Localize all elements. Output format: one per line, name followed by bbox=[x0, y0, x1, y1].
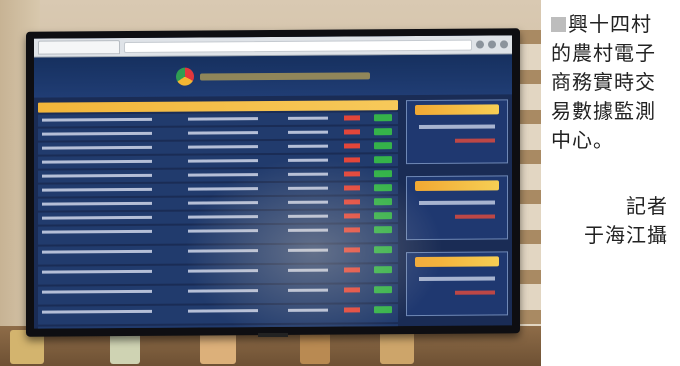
product-box bbox=[300, 330, 330, 364]
table-row bbox=[38, 140, 398, 155]
browser-button-icon bbox=[476, 40, 484, 49]
summary-card bbox=[406, 251, 508, 317]
table-row bbox=[38, 244, 398, 265]
logo-icon bbox=[176, 67, 194, 86]
browser-button-icon bbox=[488, 40, 496, 49]
table-row bbox=[38, 210, 398, 225]
credit-name: 于海江攝 bbox=[584, 223, 668, 247]
product-box bbox=[380, 330, 414, 364]
dashboard-title-blur bbox=[200, 71, 370, 81]
caption-marker-icon bbox=[551, 17, 566, 32]
table-row bbox=[38, 168, 398, 183]
table-row bbox=[38, 154, 398, 169]
photo bbox=[0, 0, 541, 366]
table-row bbox=[38, 182, 398, 197]
table-row bbox=[38, 324, 398, 329]
table-row bbox=[38, 304, 398, 325]
dashboard-header bbox=[34, 54, 512, 98]
credit-role: 記者 bbox=[626, 194, 668, 218]
table-row bbox=[38, 264, 398, 285]
caption-text-block: 興十四村的農村電子商務實時交易數據監測中心。 bbox=[551, 10, 671, 155]
browser-tab bbox=[38, 40, 120, 55]
table-rows bbox=[38, 112, 398, 329]
transaction-table bbox=[34, 94, 402, 329]
monitor-stand bbox=[258, 333, 288, 337]
table-row bbox=[38, 196, 398, 211]
table-row bbox=[38, 126, 398, 141]
browser-button-icon bbox=[500, 40, 508, 49]
monitor bbox=[26, 28, 520, 337]
table-header bbox=[38, 100, 398, 113]
address-bar bbox=[124, 39, 472, 53]
summary-panel bbox=[402, 93, 512, 326]
summary-card bbox=[406, 175, 508, 241]
table-row bbox=[38, 112, 398, 127]
photo-caption: 興十四村的農村電子商務實時交易數據監測中心。 記者 于海江攝 bbox=[541, 0, 680, 366]
caption-text: 興十四村的農村電子商務實時交易數據監測中心。 bbox=[551, 12, 656, 152]
dashboard-body bbox=[34, 93, 512, 329]
summary-card bbox=[406, 99, 508, 165]
monitor-screen bbox=[34, 35, 512, 329]
table-row bbox=[38, 224, 398, 245]
table-row bbox=[38, 284, 398, 305]
